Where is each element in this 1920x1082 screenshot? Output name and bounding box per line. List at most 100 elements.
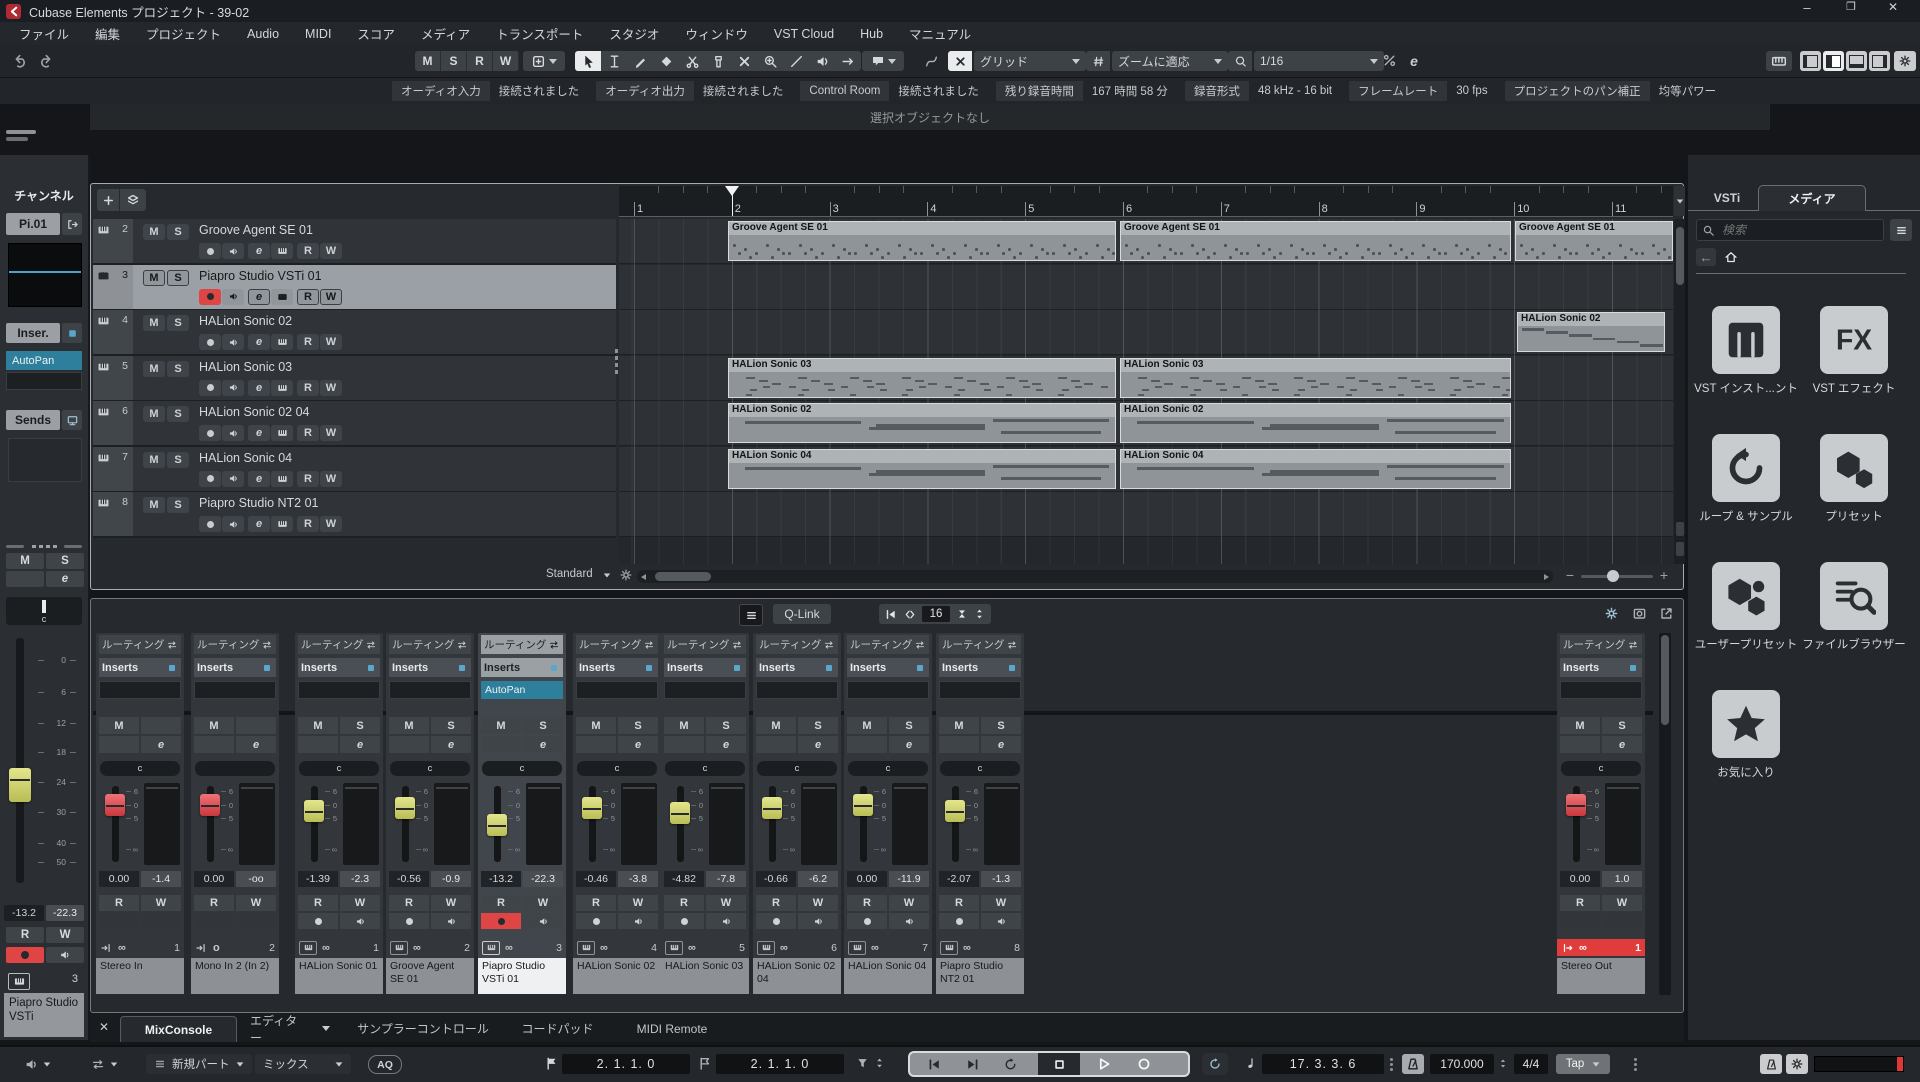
strip-pan-control[interactable]: c (665, 761, 745, 776)
fader-value[interactable]: 0.00 (847, 871, 887, 887)
range-tool-button[interactable] (601, 51, 627, 71)
mixer-racks-button[interactable] (739, 604, 763, 626)
routing-header[interactable]: ルーティング (936, 635, 1024, 654)
mute-tool-button[interactable] (653, 51, 679, 71)
inserts-header[interactable]: Inserts (478, 658, 566, 677)
go-to-end-button[interactable] (954, 1055, 990, 1073)
peak-value[interactable]: -3.8 (618, 871, 658, 887)
bars-value[interactable]: 16 (922, 606, 950, 622)
tab-midi-remote[interactable]: MIDI Remote (617, 1016, 727, 1041)
redo-icon[interactable] (36, 52, 54, 70)
time-signature-value[interactable]: 4/4 (1514, 1054, 1548, 1074)
track-edit-button[interactable]: e (248, 380, 270, 396)
media-tile-star[interactable] (1712, 690, 1780, 758)
routing-header[interactable]: ルーティング (573, 635, 661, 654)
punch-filter-icon[interactable] (856, 1056, 869, 1070)
midi-clip[interactable]: Groove Agent SE 01 (1515, 221, 1673, 261)
output-level-button[interactable] (24, 1054, 51, 1074)
routing-header[interactable]: ルーティング (191, 635, 279, 654)
track-instrument-button[interactable] (271, 243, 293, 259)
close-lower-zone-button[interactable]: ✕ (96, 1019, 112, 1035)
quantize-dropdown[interactable]: 1/16 (1254, 51, 1384, 71)
results-list-button[interactable] (1890, 219, 1912, 241)
midi-clip[interactable]: HALion Sonic 04 (1120, 449, 1511, 489)
mixer-strip[interactable]: ルーティングInsertsMSec605∞-4.82-7.8RW∞5HALion… (661, 633, 749, 994)
tempo-value[interactable]: 170.000 (1430, 1054, 1494, 1074)
pointer-tool-button[interactable] (575, 51, 601, 71)
pan-control[interactable]: c (6, 597, 82, 625)
channel-slot-button[interactable]: Pi.01 (6, 213, 60, 235)
strip-monitor-button[interactable] (141, 913, 181, 929)
track-record-button[interactable] (199, 334, 221, 350)
routing-header[interactable]: ルーティング (1557, 635, 1645, 654)
track-mute-button[interactable]: M (143, 224, 165, 240)
mixer-strip[interactable]: ルーティングInsertsMSec605∞0.00-11.9RW∞7HALion… (844, 633, 932, 994)
strip-mute-button[interactable]: M (756, 717, 796, 734)
mixer-strip[interactable]: ルーティングInsertsMec605∞0.00-1.4RW∞1Stereo I… (96, 633, 184, 994)
track-row[interactable]: 3MSPiapro Studio VSTi 01eRW (93, 265, 616, 311)
inserts-header[interactable]: Inserts (386, 658, 474, 677)
menu-item-2[interactable]: プロジェクト (133, 22, 234, 45)
track-mute-button[interactable]: M (143, 452, 165, 468)
strip-read-button[interactable]: R (664, 895, 704, 911)
peak-value[interactable]: -6.2 (798, 871, 838, 887)
routing-header[interactable]: ルーティング (753, 635, 841, 654)
track-write-button[interactable]: W (320, 289, 342, 305)
grid-zoom-dropdown[interactable]: ズームに適応 (1112, 51, 1228, 71)
strip-write-button[interactable]: W (981, 895, 1021, 911)
insert-slot[interactable] (194, 681, 276, 699)
strip-pan-control[interactable]: c (577, 761, 657, 776)
eraser-tool-button[interactable] (731, 51, 757, 71)
midi-clip[interactable]: HALion Sonic 02 (1120, 403, 1511, 443)
strip-mute-button[interactable]: M (194, 717, 234, 734)
insert-slot[interactable] (756, 681, 838, 699)
track-record-button[interactable] (199, 243, 221, 259)
menu-item-12[interactable]: マニュアル (896, 22, 984, 45)
track-solo-button[interactable]: S (167, 361, 189, 377)
layout-toggle-1[interactable] (1823, 51, 1844, 71)
track-read-button[interactable]: R (297, 334, 319, 350)
layout-toggle-3[interactable] (1869, 51, 1890, 71)
menu-item-10[interactable]: VST Cloud (761, 22, 847, 45)
inserts-bypass-button[interactable] (62, 323, 82, 343)
midi-clip[interactable]: HALion Sonic 02 (1517, 312, 1665, 352)
track-edit-button[interactable]: e (248, 243, 270, 259)
strip-read-button[interactable]: R (99, 895, 139, 911)
inserts-header[interactable]: Inserts (753, 658, 841, 677)
zoom-out-button[interactable]: − (1563, 567, 1577, 583)
info-value[interactable]: 30 fps (1447, 81, 1496, 101)
track-instrument-button[interactable] (271, 471, 293, 487)
record-button[interactable] (1126, 1055, 1162, 1073)
strip-name-label[interactable]: Mono In 2 (In 2) (191, 958, 279, 994)
strip-read-button[interactable]: R (1560, 895, 1600, 911)
secondary-position-value[interactable]: 17. 3. 3. 6 (1262, 1054, 1384, 1074)
track-row[interactable]: 2MSGroove Agent SE 01eRW (93, 219, 616, 265)
track-write-button[interactable]: W (320, 334, 342, 350)
strip-read-button[interactable]: R (481, 895, 521, 911)
layout-toggle-0[interactable] (1800, 51, 1821, 71)
aq-button[interactable]: AQ (368, 1055, 402, 1074)
vertical-scrollbar[interactable] (1674, 219, 1685, 564)
track-solo-button[interactable]: S (167, 270, 189, 286)
track-monitor-button[interactable] (222, 471, 244, 487)
strip-name-label[interactable]: Piapro Studio VSTi 01 (478, 958, 566, 994)
strip-pan-control[interactable]: c (848, 761, 928, 776)
strip-edit-button[interactable]: e (523, 736, 563, 753)
menu-item-11[interactable]: Hub (847, 22, 896, 45)
midi-clip[interactable]: HALion Sonic 02 (728, 403, 1116, 443)
right-locator-value[interactable]: 2. 1. 1. 0 (716, 1054, 844, 1074)
track-monitor-button[interactable] (222, 516, 244, 532)
track-write-button[interactable]: W (320, 243, 342, 259)
inserts-header[interactable]: Inserts (96, 658, 184, 677)
tap-tempo-button[interactable]: Tap (1556, 1054, 1610, 1074)
track-write-button[interactable]: W (320, 516, 342, 532)
fader-value[interactable]: -0.56 (389, 871, 429, 887)
track-instrument-button[interactable] (271, 516, 293, 532)
track-read-button[interactable]: R (297, 516, 319, 532)
tab-エディター[interactable]: エディター (250, 1016, 330, 1041)
fader-value[interactable]: -0.46 (576, 871, 616, 887)
mixer-snapshot-icon[interactable] (1632, 606, 1647, 621)
menu-item-7[interactable]: トランスポート (483, 22, 596, 45)
menu-item-0[interactable]: ファイル (6, 22, 82, 45)
track-read-button[interactable]: R (297, 243, 319, 259)
